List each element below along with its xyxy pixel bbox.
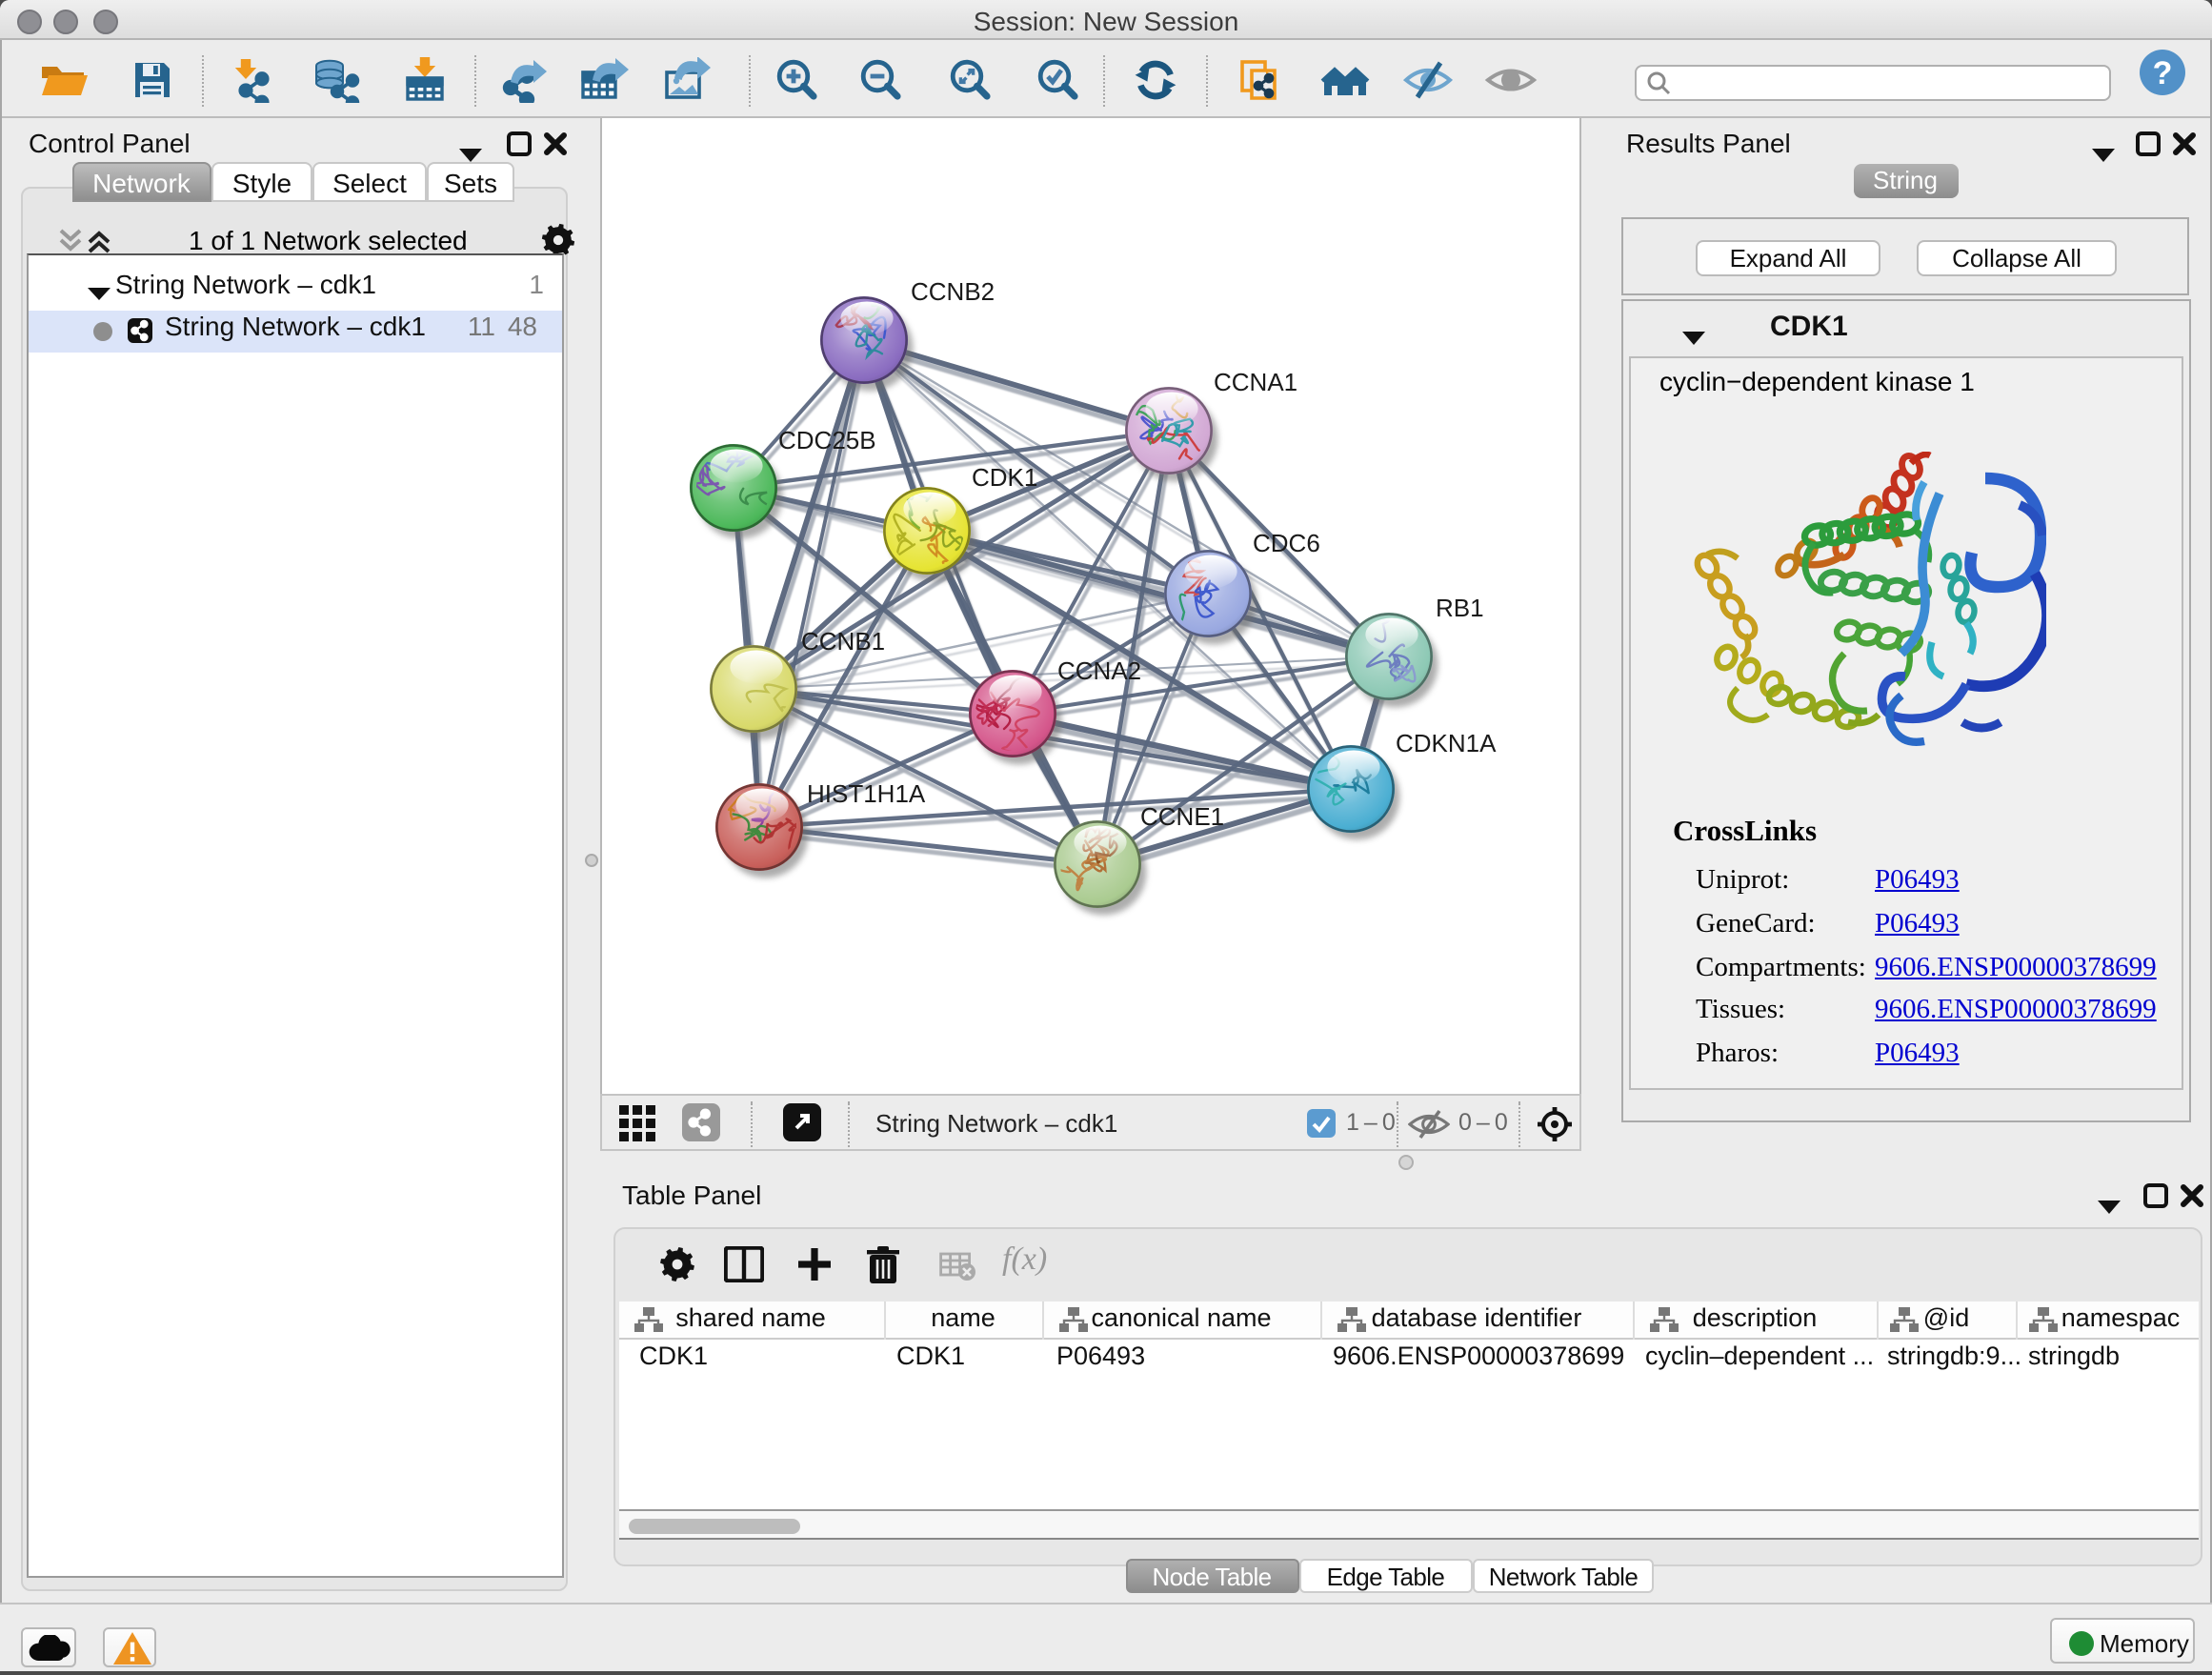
svg-text:CCNA2: CCNA2 [1056,656,1140,685]
svg-text:CCNB2: CCNB2 [910,277,994,306]
svg-text:HIST1H1A: HIST1H1A [806,779,925,808]
svg-text:CCNA1: CCNA1 [1213,368,1297,396]
svg-text:?: ? [2153,55,2173,91]
svg-text:CCNB1: CCNB1 [800,627,884,656]
svg-text:CDC25B: CDC25B [777,426,875,454]
svg-text:CCNE1: CCNE1 [1139,802,1223,831]
svg-text:CDC6: CDC6 [1252,529,1319,557]
svg-text:RB1: RB1 [1435,594,1483,622]
svg-text:CDKN1A: CDKN1A [1395,729,1496,757]
svg-text:CDK1: CDK1 [971,463,1036,492]
